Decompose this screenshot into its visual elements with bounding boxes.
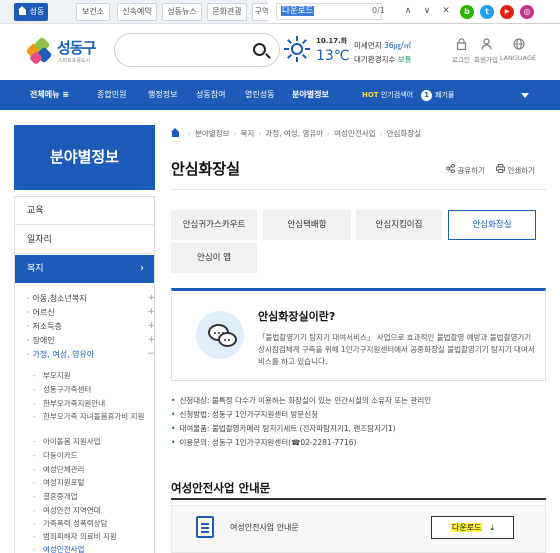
section-title: 여성안전사업 안내문 xyxy=(171,481,271,495)
sidebar-title: 분야별정보 xyxy=(14,125,155,190)
tab-news[interactable]: 성동뉴스 xyxy=(162,3,202,21)
sidebar-sub-family[interactable]: · 가정, 여성, 영유아 − xyxy=(27,349,157,360)
hamburger-icon: ≡ xyxy=(62,90,69,99)
sidebar-sub3-item[interactable]: - 여성지원포털 xyxy=(33,478,153,487)
logo-name: 성동구 xyxy=(57,39,96,57)
nav-item-field[interactable]: 분야별정보 xyxy=(292,89,329,100)
find-prev-button[interactable]: ∧ xyxy=(401,4,415,18)
section-divider xyxy=(171,498,546,500)
info-description: 「불법촬영기기 탐지기 대여서비스」 사업으로 효과적인 불법촬영 예방과 불법… xyxy=(258,333,535,366)
youtube-icon[interactable]: ▶ xyxy=(500,5,514,19)
download-button[interactable]: 다운로드 ⤓ xyxy=(431,516,514,539)
sidebar-sub3-item[interactable]: - 부모지원 xyxy=(33,371,153,380)
home-icon[interactable] xyxy=(171,128,180,137)
lock-icon xyxy=(456,38,467,51)
print-button[interactable]: 인쇄하기 xyxy=(496,164,535,176)
sidebar-sub3-item[interactable]: - 여성단체관리 xyxy=(33,465,153,474)
plus-icon: + xyxy=(147,321,155,331)
sidebar-sub3-item[interactable]: - 다둥이카드 xyxy=(33,451,153,460)
sidebar-sub3-item[interactable]: - 범죄피해자 의료비 지원 xyxy=(33,532,153,541)
sun-icon xyxy=(284,36,310,62)
sidebar-sub-youth[interactable]: · 아동,청소년복지 + xyxy=(27,293,157,304)
sidebar-sub3-item[interactable]: - 성동구가족센터 xyxy=(33,385,153,394)
nav-item-participation[interactable]: 성동참여 xyxy=(196,89,225,100)
language-link[interactable]: LANGUAGE xyxy=(498,38,538,62)
user-icon xyxy=(480,38,492,50)
tab-health[interactable]: 보건소 xyxy=(76,3,110,21)
list-item: • 이용문의: 성동구 1인가구지원센터(☎02-2281-7716) xyxy=(171,438,357,447)
tab-safe-house[interactable]: 안심지킴이집 xyxy=(356,210,442,240)
document-icon xyxy=(196,516,214,538)
sidebar-item-education[interactable]: 교육 xyxy=(15,197,154,225)
fine-dust: 미세먼지 36㎍/㎥ xyxy=(354,41,412,50)
sidebar-sub3-item[interactable]: - 아이돌봄 지원사업 xyxy=(33,437,153,446)
sidebar-item-welfare[interactable]: 복지 › xyxy=(15,255,154,283)
hot-keywords[interactable]: HOT 인기검색어 1 폐기물 xyxy=(362,90,454,101)
sidebar-sub-elderly[interactable]: · 어르신 + xyxy=(27,307,157,318)
info-title: 안심화장실이란? xyxy=(258,310,336,323)
tab-reservation[interactable]: 신속예약 xyxy=(117,3,157,21)
sidebar-sub3-item[interactable]: - 한부모가족지원안내 xyxy=(33,399,153,408)
list-item: • 신청방법: 성동구 1인가구지원센터 방문신청 xyxy=(171,410,319,419)
tab-safe-delivery[interactable]: 안심택배함 xyxy=(263,210,351,240)
tab-safe-restroom[interactable]: 안심화장실 xyxy=(448,210,536,240)
info-box: 안심화장실이란? 「불법촬영기기 탐지기 대여서비스」 사업으로 효과적인 불법… xyxy=(171,288,546,381)
all-menu-button[interactable]: 전체메뉴 ≡ xyxy=(30,89,69,100)
blog-icon[interactable]: b xyxy=(460,5,474,19)
chevron-right-icon: › xyxy=(140,263,144,274)
tab-culture[interactable]: 문화관광 xyxy=(207,3,247,21)
twitter-icon[interactable]: t xyxy=(480,5,494,19)
search-input[interactable] xyxy=(114,33,280,67)
list-item: • 신청대상: 불특정 다수가 이용하는 화장실이 있는 민간시설의 소유자 또는… xyxy=(171,396,432,405)
download-box: 여성안전사업 안내문 다운로드 ⤓ xyxy=(171,505,546,553)
tab-safe-app[interactable]: 안심이 앱 xyxy=(171,243,257,273)
printer-icon xyxy=(496,164,505,175)
plus-icon: + xyxy=(147,307,155,317)
weather-date: 10.17.화 xyxy=(316,37,348,45)
find-count: 0/1 xyxy=(372,6,385,15)
weather-widget: 10.17.화 13℃ 미세먼지 36㎍/㎥ 대기환경지수 보통 xyxy=(284,34,444,70)
plus-icon: + xyxy=(147,335,155,345)
find-in-page-bar: 다운로드 0/1 ∧ ∨ ✕ b t ▶ ◎ xyxy=(268,0,560,24)
instagram-icon[interactable]: ◎ xyxy=(520,5,534,19)
air-quality: 대기환경지수 보통 xyxy=(354,55,412,64)
site-logo[interactable]: 성동구 스마트포용도시 xyxy=(24,34,104,70)
sidebar-sub3-item-active[interactable]: - 여성안전사업 xyxy=(33,545,153,553)
sidebar-menu: 교육 일자리 복지 › · 아동,청소년복지 + · 어르신 + · 저소득층 + · 장애인 +… xyxy=(14,196,155,553)
tab-safe-scout[interactable]: 안심귀가스카우트 xyxy=(171,210,257,240)
sidebar-sub3-item[interactable]: - 한부모가족 자녀돌봄휴가비 지원 xyxy=(33,412,153,421)
tab-seongdong[interactable]: 성동구청 xyxy=(14,3,48,32)
nav-item-civil[interactable]: 종합민원 xyxy=(97,89,126,100)
nav-item-open[interactable]: 열린성동 xyxy=(245,89,274,100)
logo-slogan: 스마트포용도시 xyxy=(58,58,91,64)
main-nav: 전체메뉴 ≡ 종합민원 행정정보 성동참여 열린성동 분야별정보 HOT 인기검… xyxy=(0,80,560,110)
title-divider xyxy=(171,189,546,190)
search-icon[interactable] xyxy=(253,43,266,56)
plus-icon: + xyxy=(147,293,155,303)
sidebar-sub-disabled[interactable]: · 장애인 + xyxy=(27,335,157,346)
sidebar-sub3-item[interactable]: - 결혼중개업 xyxy=(33,492,153,501)
home-icon xyxy=(17,6,27,15)
breadcrumb: › 분야별정보 › 복지 › 가정, 여성, 영유아 › 여성안전사업 › 안심화장실 xyxy=(171,128,421,139)
globe-icon xyxy=(512,38,525,50)
minus-icon: − xyxy=(147,349,155,359)
chat-bubbles-icon xyxy=(196,311,244,359)
sidebar-item-jobs[interactable]: 일자리 xyxy=(15,226,154,254)
sidebar-sub3-item[interactable]: - 여성안전 지역연대 xyxy=(33,506,153,515)
weather-temp: 13℃ xyxy=(316,48,350,64)
sidebar-sub-lowincome[interactable]: · 저소득층 + xyxy=(27,321,157,332)
nav-item-admin[interactable]: 행정정보 xyxy=(148,89,177,100)
find-next-button[interactable]: ∨ xyxy=(420,4,434,18)
page-title: 안심화장실 xyxy=(171,160,241,178)
share-icon xyxy=(446,163,455,175)
hot-keywords-dropdown-icon[interactable] xyxy=(521,93,529,98)
find-close-button[interactable]: ✕ xyxy=(439,4,453,18)
list-item: • 대여물품: 불법촬영카메라 탐지기세트 (전자파탐지기1, 렌즈탐지기1) xyxy=(171,424,396,433)
sidebar-sub3-item[interactable]: - 가족폭력 성폭력상담 xyxy=(33,519,153,528)
share-button[interactable]: 공유하기 xyxy=(446,163,485,176)
logo-mark-icon xyxy=(24,36,56,66)
file-name: 여성안전사업 안내문 xyxy=(230,523,299,532)
find-input[interactable]: 다운로드 xyxy=(276,3,382,20)
download-icon: ⤓ xyxy=(490,523,494,532)
